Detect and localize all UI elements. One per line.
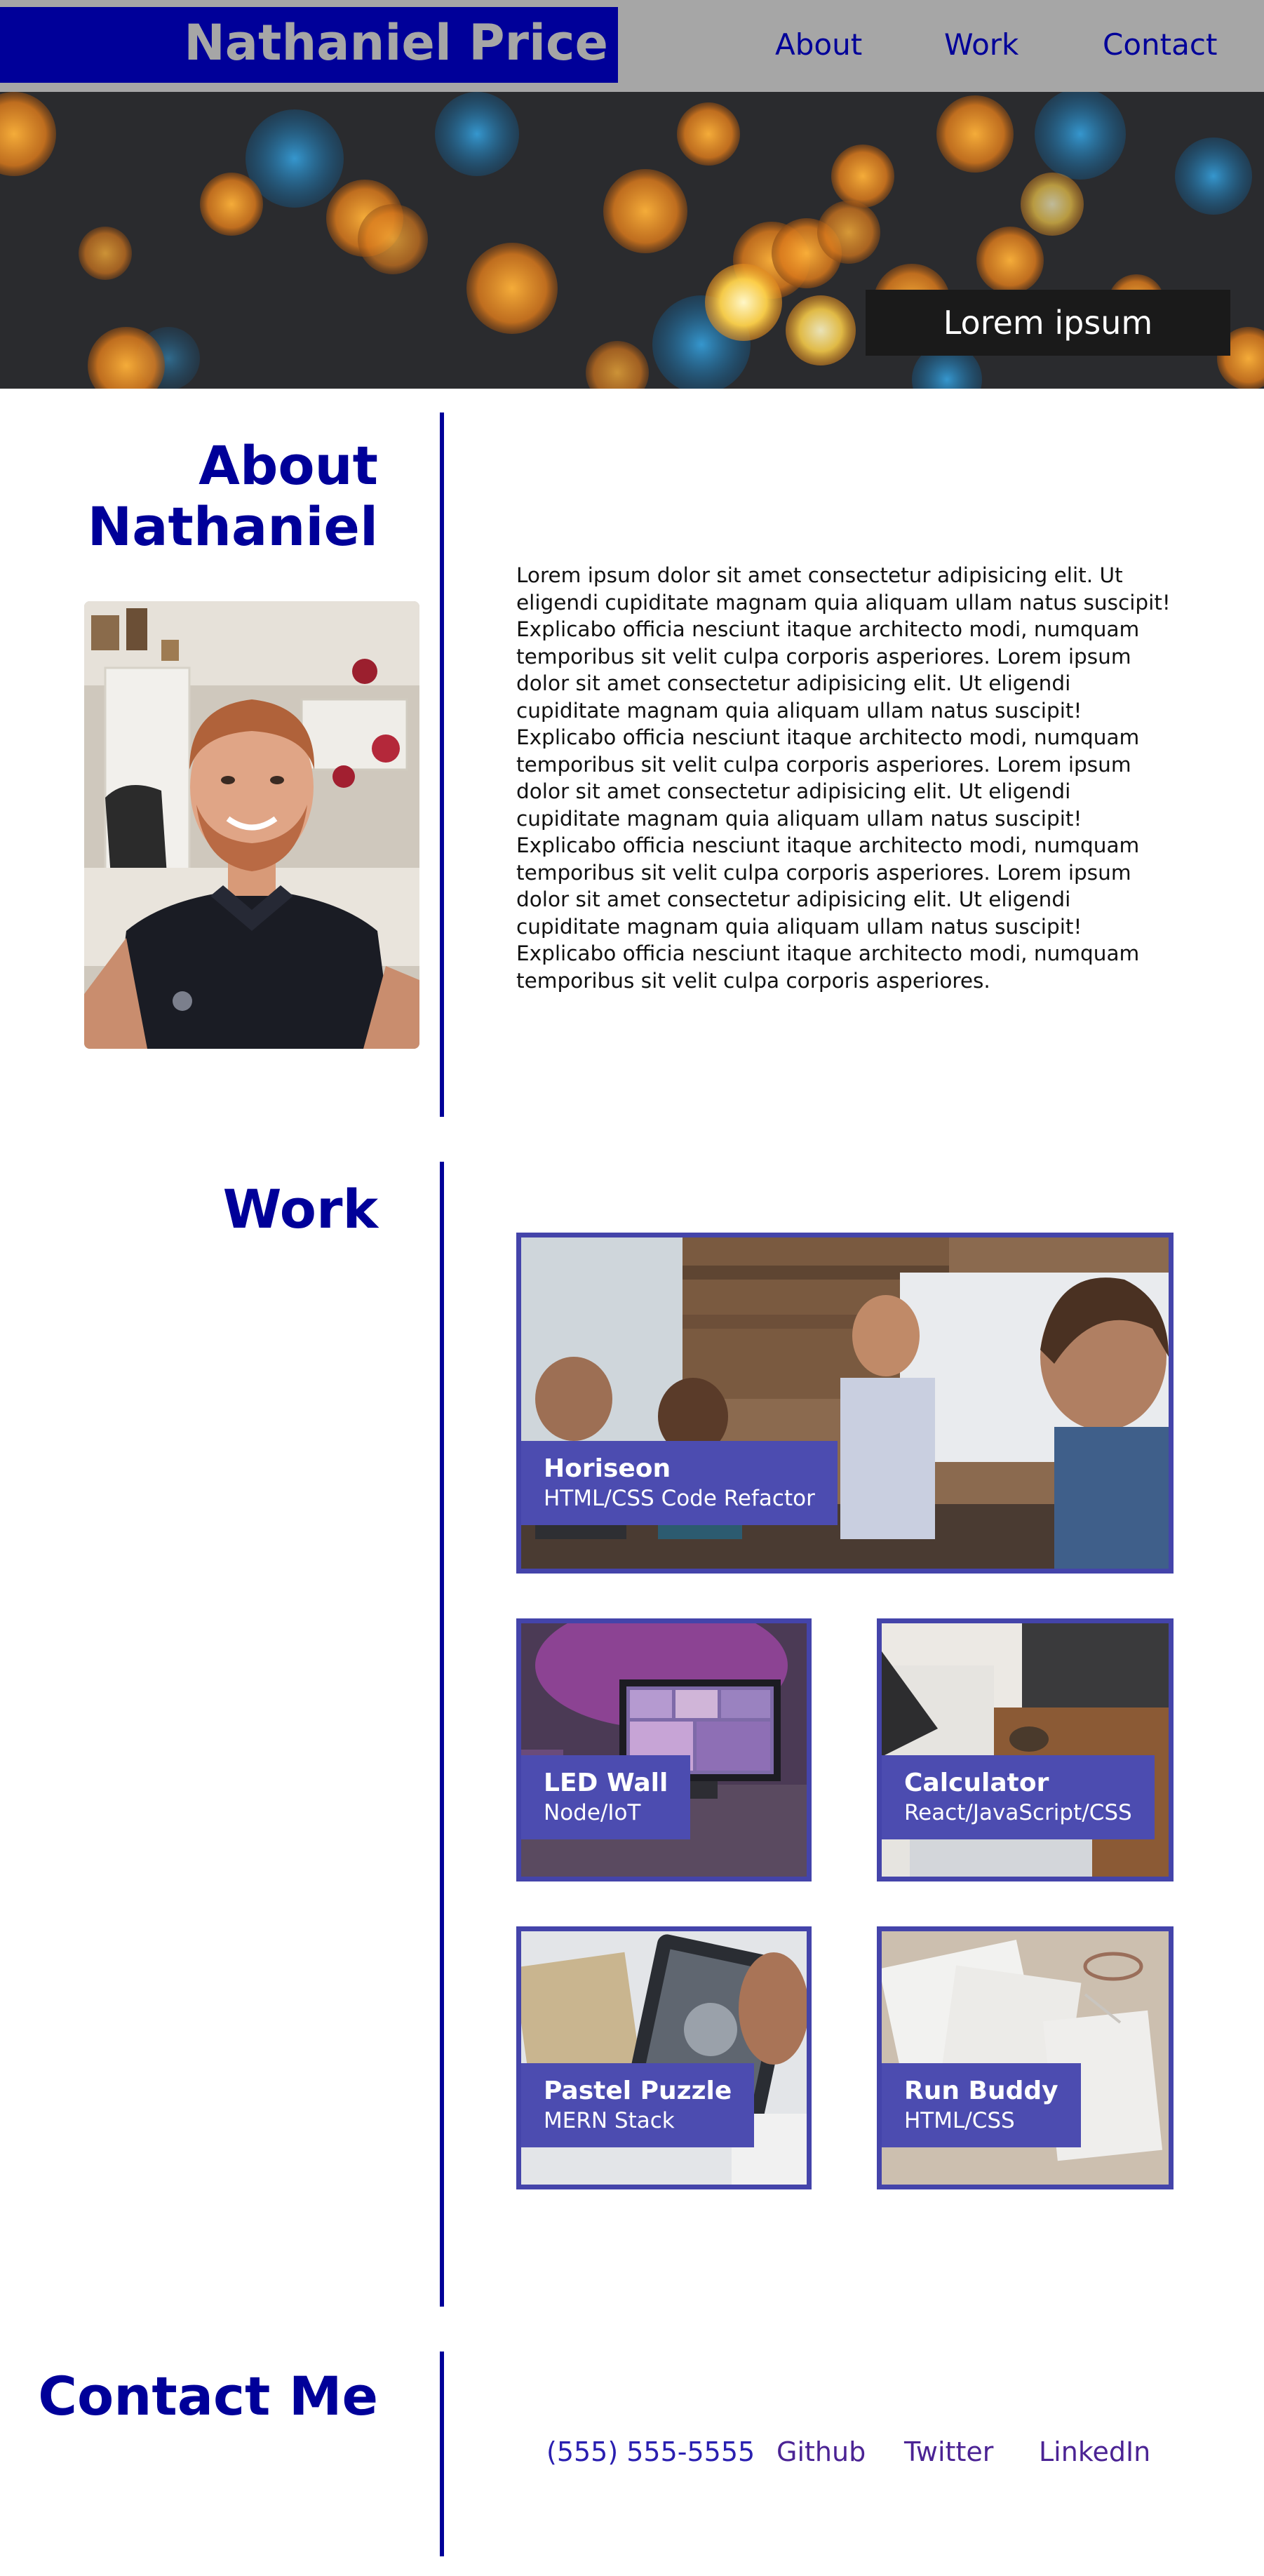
project-label-horiseon: Horiseon HTML/CSS Code Refactor xyxy=(521,1441,838,1525)
project-subtitle: HTML/CSS xyxy=(904,2108,1015,2133)
about-heading-line1: About xyxy=(199,434,378,497)
site-name[interactable]: Nathaniel Price xyxy=(184,18,608,67)
twitter-link[interactable]: Twitter xyxy=(904,2434,993,2469)
about-heading: About Nathaniel xyxy=(27,435,378,558)
about-divider xyxy=(440,412,444,1117)
project-subtitle: HTML/CSS Code Refactor xyxy=(544,1486,815,1511)
about-heading-line2: Nathaniel xyxy=(87,495,378,558)
linkedin-link[interactable]: LinkedIn xyxy=(1039,2434,1150,2469)
site-name-banner: Nathaniel Price xyxy=(0,7,618,83)
project-title: Pastel Puzzle xyxy=(544,2077,732,2105)
project-subtitle: MERN Stack xyxy=(544,2108,675,2133)
work-divider xyxy=(440,1162,444,2307)
project-label-run-buddy: Run Buddy HTML/CSS xyxy=(882,2063,1081,2147)
project-card-horiseon[interactable]: Horiseon HTML/CSS Code Refactor xyxy=(516,1233,1174,1574)
hero-banner: Lorem ipsum xyxy=(0,92,1264,389)
project-card-led-wall[interactable]: LED Wall Node/IoT xyxy=(516,1618,812,1881)
nav-link-contact[interactable]: Contact xyxy=(1103,25,1217,65)
project-card-calculator[interactable]: Calculator React/JavaScript/CSS xyxy=(877,1618,1174,1881)
project-subtitle: React/JavaScript/CSS xyxy=(904,1800,1132,1825)
nav-link-about[interactable]: About xyxy=(775,25,862,65)
hero-badge: Lorem ipsum xyxy=(866,290,1230,356)
about-body: Lorem ipsum dolor sit amet consectetur a… xyxy=(516,563,1171,993)
contact-heading: Contact Me xyxy=(38,2365,378,2427)
site-header: Nathaniel Price About Work Contact xyxy=(0,0,1264,92)
project-label-led-wall: LED Wall Node/IoT xyxy=(521,1755,691,1839)
project-subtitle: Node/IoT xyxy=(544,1800,641,1825)
project-label-pastel-puzzle: Pastel Puzzle MERN Stack xyxy=(521,2063,755,2147)
project-card-pastel-puzzle[interactable]: Pastel Puzzle MERN Stack xyxy=(516,1926,812,2189)
phone-link[interactable]: (555) 555-5555 xyxy=(546,2434,755,2469)
contact-divider xyxy=(440,2352,444,2556)
work-heading: Work xyxy=(222,1178,378,1240)
about-photo xyxy=(84,601,419,1049)
project-title: Calculator xyxy=(904,1769,1049,1797)
portrait-image xyxy=(84,601,419,1049)
github-link[interactable]: Github xyxy=(776,2434,866,2469)
project-title: Run Buddy xyxy=(904,2077,1058,2105)
project-card-run-buddy[interactable]: Run Buddy HTML/CSS xyxy=(877,1926,1174,2189)
project-title: Horiseon xyxy=(544,1454,671,1483)
project-title: LED Wall xyxy=(544,1769,668,1797)
nav-link-work[interactable]: Work xyxy=(944,25,1018,65)
main-nav: About Work Contact xyxy=(744,25,1264,67)
project-label-calculator: Calculator React/JavaScript/CSS xyxy=(882,1755,1155,1839)
